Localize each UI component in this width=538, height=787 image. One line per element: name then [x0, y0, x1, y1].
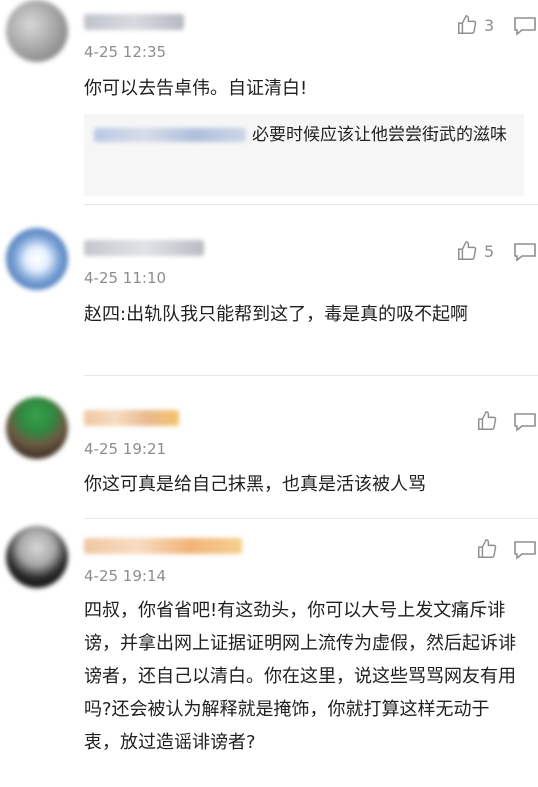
username[interactable] — [84, 14, 184, 30]
like-button[interactable]: 5 — [456, 240, 494, 262]
comment-text: 赵四:出轨队我只能帮到这了，毒是真的吸不起啊 — [84, 304, 469, 325]
thumbs-up-icon — [458, 15, 477, 34]
comment-time: 4-25 11:10 — [84, 269, 167, 287]
reply-icon[interactable] — [512, 14, 538, 36]
reply-icon[interactable] — [512, 240, 538, 262]
thumbs-up-icon — [478, 411, 497, 430]
reply-quote[interactable]: 必要时候应该让他尝尝街武的滋味 — [84, 114, 524, 196]
divider — [84, 204, 538, 205]
like-count: 3 — [484, 15, 495, 35]
reply-icon[interactable] — [512, 410, 538, 432]
thumbs-up-icon — [458, 241, 477, 260]
avatar[interactable] — [6, 526, 68, 588]
username[interactable] — [84, 240, 204, 256]
comment-1: 4-25 12:35 3 你可以去告卓伟。自证清白! 必要时候应该让他尝尝街武的… — [0, 0, 538, 205]
divider — [84, 518, 538, 519]
comment-time: 4-25 19:21 — [84, 440, 167, 458]
reply-text: 必要时候应该让他尝尝街武的滋味 — [252, 125, 507, 145]
like-count: 5 — [484, 241, 495, 261]
comment-time: 4-25 19:14 — [84, 567, 167, 585]
comment-text: 你这可真是给自己抹黑，也真是活该被人骂 — [84, 474, 426, 495]
avatar[interactable] — [6, 397, 68, 459]
divider — [84, 375, 538, 376]
username[interactable] — [84, 410, 179, 426]
like-button[interactable]: 3 — [456, 14, 494, 36]
reply-username — [94, 128, 246, 142]
comment-text: 你可以去告卓伟。自证清白! — [84, 78, 308, 99]
username[interactable] — [84, 538, 242, 554]
avatar[interactable] — [6, 0, 68, 62]
like-button[interactable] — [476, 410, 504, 432]
thumbs-up-icon — [478, 539, 497, 558]
reply-icon[interactable] — [512, 538, 538, 560]
comment-time: 4-25 12:35 — [84, 43, 167, 61]
avatar[interactable] — [6, 228, 68, 290]
comment-text: 四叔，你省省吧!有这劲头，你可以大号上发文痛斥诽谤，并拿出网上证据证明网上流传为… — [84, 600, 516, 753]
like-button[interactable] — [476, 538, 504, 560]
